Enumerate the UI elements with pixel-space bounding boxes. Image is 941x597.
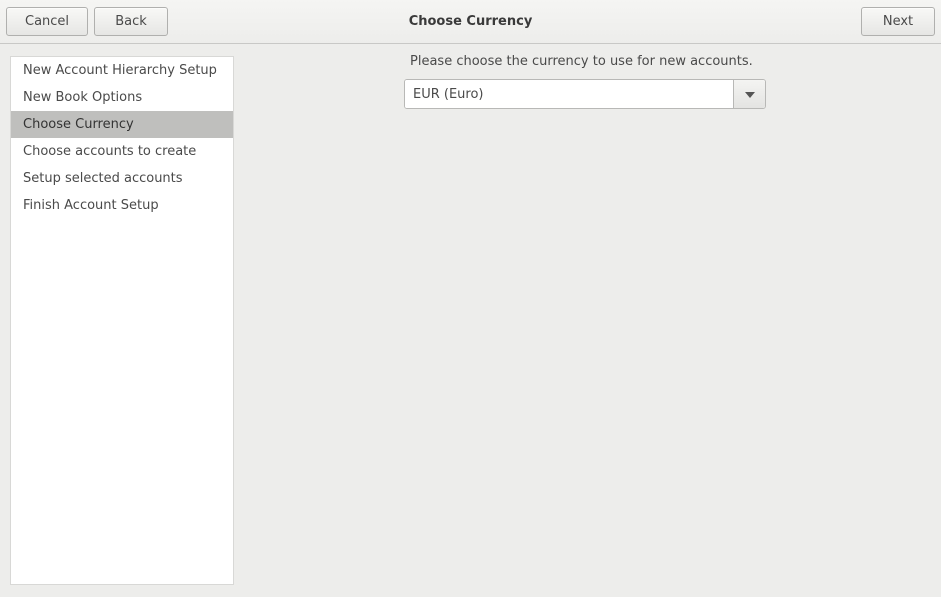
currency-combobox[interactable]: EUR (Euro): [404, 79, 766, 109]
back-button[interactable]: Back: [94, 7, 168, 36]
next-button[interactable]: Next: [861, 7, 935, 36]
sidebar-item-label: Choose accounts to create: [23, 144, 196, 159]
sidebar-item-label: New Book Options: [23, 90, 142, 105]
sidebar-item-choose-accounts[interactable]: Choose accounts to create: [11, 138, 233, 165]
header-right-buttons: Next: [861, 7, 935, 36]
sidebar-item-new-book-options[interactable]: New Book Options: [11, 84, 233, 111]
sidebar-item-label: Choose Currency: [23, 117, 134, 132]
cancel-button[interactable]: Cancel: [6, 7, 88, 36]
header-left-buttons: Cancel Back: [6, 7, 168, 36]
wizard-steps-sidebar: New Account Hierarchy Setup New Book Opt…: [10, 56, 234, 585]
content-area: New Account Hierarchy Setup New Book Opt…: [0, 44, 941, 597]
sidebar-item-finish-account-setup[interactable]: Finish Account Setup: [11, 192, 233, 219]
sidebar-item-setup-selected-accounts[interactable]: Setup selected accounts: [11, 165, 233, 192]
chevron-down-icon: [745, 87, 755, 102]
sidebar-item-new-account-hierarchy[interactable]: New Account Hierarchy Setup: [11, 57, 233, 84]
sidebar-item-label: Finish Account Setup: [23, 198, 159, 213]
currency-dropdown-button[interactable]: [733, 80, 765, 108]
wizard-header: Cancel Back Choose Currency Next: [0, 0, 941, 44]
sidebar-item-label: Setup selected accounts: [23, 171, 183, 186]
sidebar-item-label: New Account Hierarchy Setup: [23, 63, 217, 78]
page-title: Choose Currency: [409, 14, 533, 29]
currency-selected-value: EUR (Euro): [405, 80, 733, 108]
sidebar-item-choose-currency[interactable]: Choose Currency: [11, 111, 233, 138]
main-panel: Please choose the currency to use for ne…: [234, 56, 931, 585]
instruction-text: Please choose the currency to use for ne…: [404, 54, 753, 69]
